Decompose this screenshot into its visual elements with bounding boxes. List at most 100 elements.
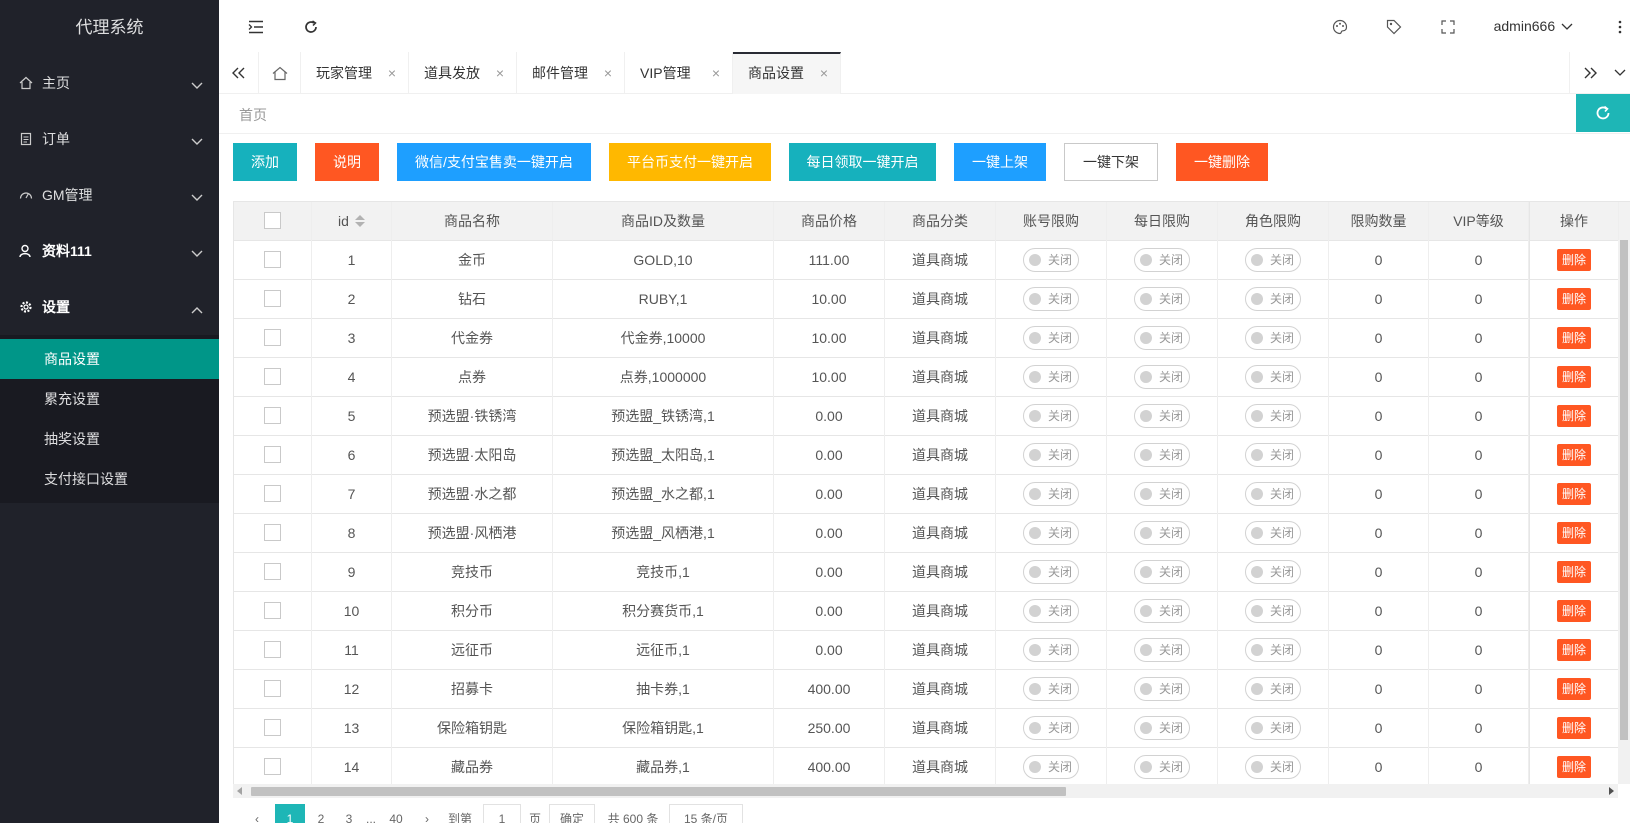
user-menu[interactable]: admin666 — [1494, 18, 1573, 34]
account-limit-toggle[interactable]: 关闭 — [1023, 560, 1079, 585]
row-checkbox[interactable] — [264, 719, 281, 737]
delete-all-button[interactable]: 一键删除 — [1176, 143, 1268, 181]
select-all-checkbox[interactable] — [264, 212, 281, 230]
row-checkbox[interactable] — [264, 251, 281, 269]
tabs-scroll-right-icon[interactable] — [1569, 52, 1609, 94]
fullscreen-icon[interactable] — [1438, 17, 1458, 37]
role-limit-toggle[interactable]: 关闭 — [1245, 365, 1301, 390]
role-limit-toggle[interactable]: 关闭 — [1245, 716, 1301, 741]
daily-limit-toggle[interactable]: 关闭 — [1134, 248, 1190, 273]
daily-limit-toggle[interactable]: 关闭 — [1134, 365, 1190, 390]
page-last[interactable]: 40 — [383, 804, 409, 823]
theme-palette-icon[interactable] — [1330, 17, 1350, 37]
tag-icon[interactable] — [1384, 17, 1404, 37]
row-checkbox[interactable] — [264, 758, 281, 776]
delete-button[interactable]: 删除 — [1557, 288, 1591, 311]
daily-limit-toggle[interactable]: 关闭 — [1134, 404, 1190, 429]
submenu-lottery-settings[interactable]: 抽奖设置 — [0, 419, 219, 459]
daily-limit-toggle[interactable]: 关闭 — [1134, 677, 1190, 702]
nav-settings[interactable]: 设置 — [0, 279, 219, 335]
enable-wechat-alipay-button[interactable]: 微信/支付宝售卖一键开启 — [397, 143, 591, 181]
row-checkbox[interactable] — [264, 407, 281, 425]
delete-button[interactable]: 删除 — [1557, 405, 1591, 428]
per-page-select[interactable]: 15 条/页 — [669, 804, 743, 823]
row-checkbox[interactable] — [264, 368, 281, 386]
page-2[interactable]: 2 — [309, 804, 333, 823]
delete-button[interactable]: 删除 — [1557, 249, 1591, 272]
row-checkbox[interactable] — [264, 329, 281, 347]
role-limit-toggle[interactable]: 关闭 — [1245, 560, 1301, 585]
account-limit-toggle[interactable]: 关闭 — [1023, 755, 1079, 780]
close-icon[interactable]: × — [496, 52, 504, 94]
delete-button[interactable]: 删除 — [1557, 678, 1591, 701]
delete-button[interactable]: 删除 — [1557, 522, 1591, 545]
tab-items[interactable]: 道具发放 × — [409, 52, 517, 94]
account-limit-toggle[interactable]: 关闭 — [1023, 521, 1079, 546]
delete-button[interactable]: 删除 — [1557, 444, 1591, 467]
horizontal-scroll-thumb[interactable] — [251, 787, 1066, 796]
account-limit-toggle[interactable]: 关闭 — [1023, 638, 1079, 663]
close-icon[interactable]: × — [604, 52, 612, 94]
row-checkbox[interactable] — [264, 641, 281, 659]
row-checkbox[interactable] — [264, 524, 281, 542]
delete-button[interactable]: 删除 — [1557, 756, 1591, 779]
role-limit-toggle[interactable]: 关闭 — [1245, 248, 1301, 273]
submenu-payment-settings[interactable]: 支付接口设置 — [0, 459, 219, 499]
submenu-product-settings[interactable]: 商品设置 — [0, 339, 219, 379]
delete-button[interactable]: 删除 — [1557, 483, 1591, 506]
account-limit-toggle[interactable]: 关闭 — [1023, 326, 1079, 351]
delist-all-button[interactable]: 一键下架 — [1064, 143, 1158, 181]
nav-gm[interactable]: GM管理 — [0, 167, 219, 223]
daily-limit-toggle[interactable]: 关闭 — [1134, 287, 1190, 312]
daily-limit-toggle[interactable]: 关闭 — [1134, 755, 1190, 780]
account-limit-toggle[interactable]: 关闭 — [1023, 404, 1079, 429]
goto-confirm-button[interactable]: 确定 — [549, 804, 595, 823]
role-limit-toggle[interactable]: 关闭 — [1245, 326, 1301, 351]
sort-icon[interactable] — [354, 214, 365, 227]
daily-limit-toggle[interactable]: 关闭 — [1134, 326, 1190, 351]
list-all-button[interactable]: 一键上架 — [954, 143, 1046, 181]
account-limit-toggle[interactable]: 关闭 — [1023, 716, 1079, 741]
row-checkbox[interactable] — [264, 446, 281, 464]
delete-button[interactable]: 删除 — [1557, 639, 1591, 662]
delete-button[interactable]: 删除 — [1557, 561, 1591, 584]
role-limit-toggle[interactable]: 关闭 — [1245, 599, 1301, 624]
account-limit-toggle[interactable]: 关闭 — [1023, 287, 1079, 312]
nav-home[interactable]: 主页 — [0, 55, 219, 111]
menu-toggle-icon[interactable] — [246, 17, 266, 37]
role-limit-toggle[interactable]: 关闭 — [1245, 755, 1301, 780]
page-1[interactable]: 1 — [275, 804, 305, 823]
account-limit-toggle[interactable]: 关闭 — [1023, 248, 1079, 273]
submenu-recharge-settings[interactable]: 累充设置 — [0, 379, 219, 419]
role-limit-toggle[interactable]: 关闭 — [1245, 638, 1301, 663]
breadcrumb-home[interactable]: 首页 — [239, 105, 267, 125]
tabs-menu-chevron-icon[interactable] — [1609, 52, 1630, 94]
header-id[interactable]: id — [312, 202, 392, 241]
daily-limit-toggle[interactable]: 关闭 — [1134, 482, 1190, 507]
close-icon[interactable]: × — [388, 52, 396, 94]
daily-limit-toggle[interactable]: 关闭 — [1134, 638, 1190, 663]
delete-button[interactable]: 删除 — [1557, 600, 1591, 623]
add-button[interactable]: 添加 — [233, 143, 297, 181]
nav-orders[interactable]: 订单 — [0, 111, 219, 167]
page-3[interactable]: 3 — [337, 804, 361, 823]
daily-limit-toggle[interactable]: 关闭 — [1134, 716, 1190, 741]
enable-platform-coin-button[interactable]: 平台币支付一键开启 — [609, 143, 771, 181]
refresh-icon[interactable] — [301, 17, 321, 37]
tab-home[interactable] — [259, 52, 301, 94]
row-checkbox[interactable] — [264, 602, 281, 620]
account-limit-toggle[interactable]: 关闭 — [1023, 677, 1079, 702]
enable-daily-claim-button[interactable]: 每日领取一键开启 — [789, 143, 936, 181]
role-limit-toggle[interactable]: 关闭 — [1245, 482, 1301, 507]
more-vertical-icon[interactable] — [1614, 17, 1626, 37]
role-limit-toggle[interactable]: 关闭 — [1245, 287, 1301, 312]
role-limit-toggle[interactable]: 关闭 — [1245, 443, 1301, 468]
nav-profile[interactable]: 资料111 — [0, 223, 219, 279]
goto-page-input[interactable]: 1 — [483, 804, 521, 823]
close-icon[interactable]: × — [820, 54, 828, 92]
row-checkbox[interactable] — [264, 290, 281, 308]
vertical-scroll-thumb[interactable] — [1620, 240, 1628, 740]
role-limit-toggle[interactable]: 关闭 — [1245, 404, 1301, 429]
account-limit-toggle[interactable]: 关闭 — [1023, 443, 1079, 468]
tab-vip[interactable]: VIP管理 × — [625, 52, 733, 94]
